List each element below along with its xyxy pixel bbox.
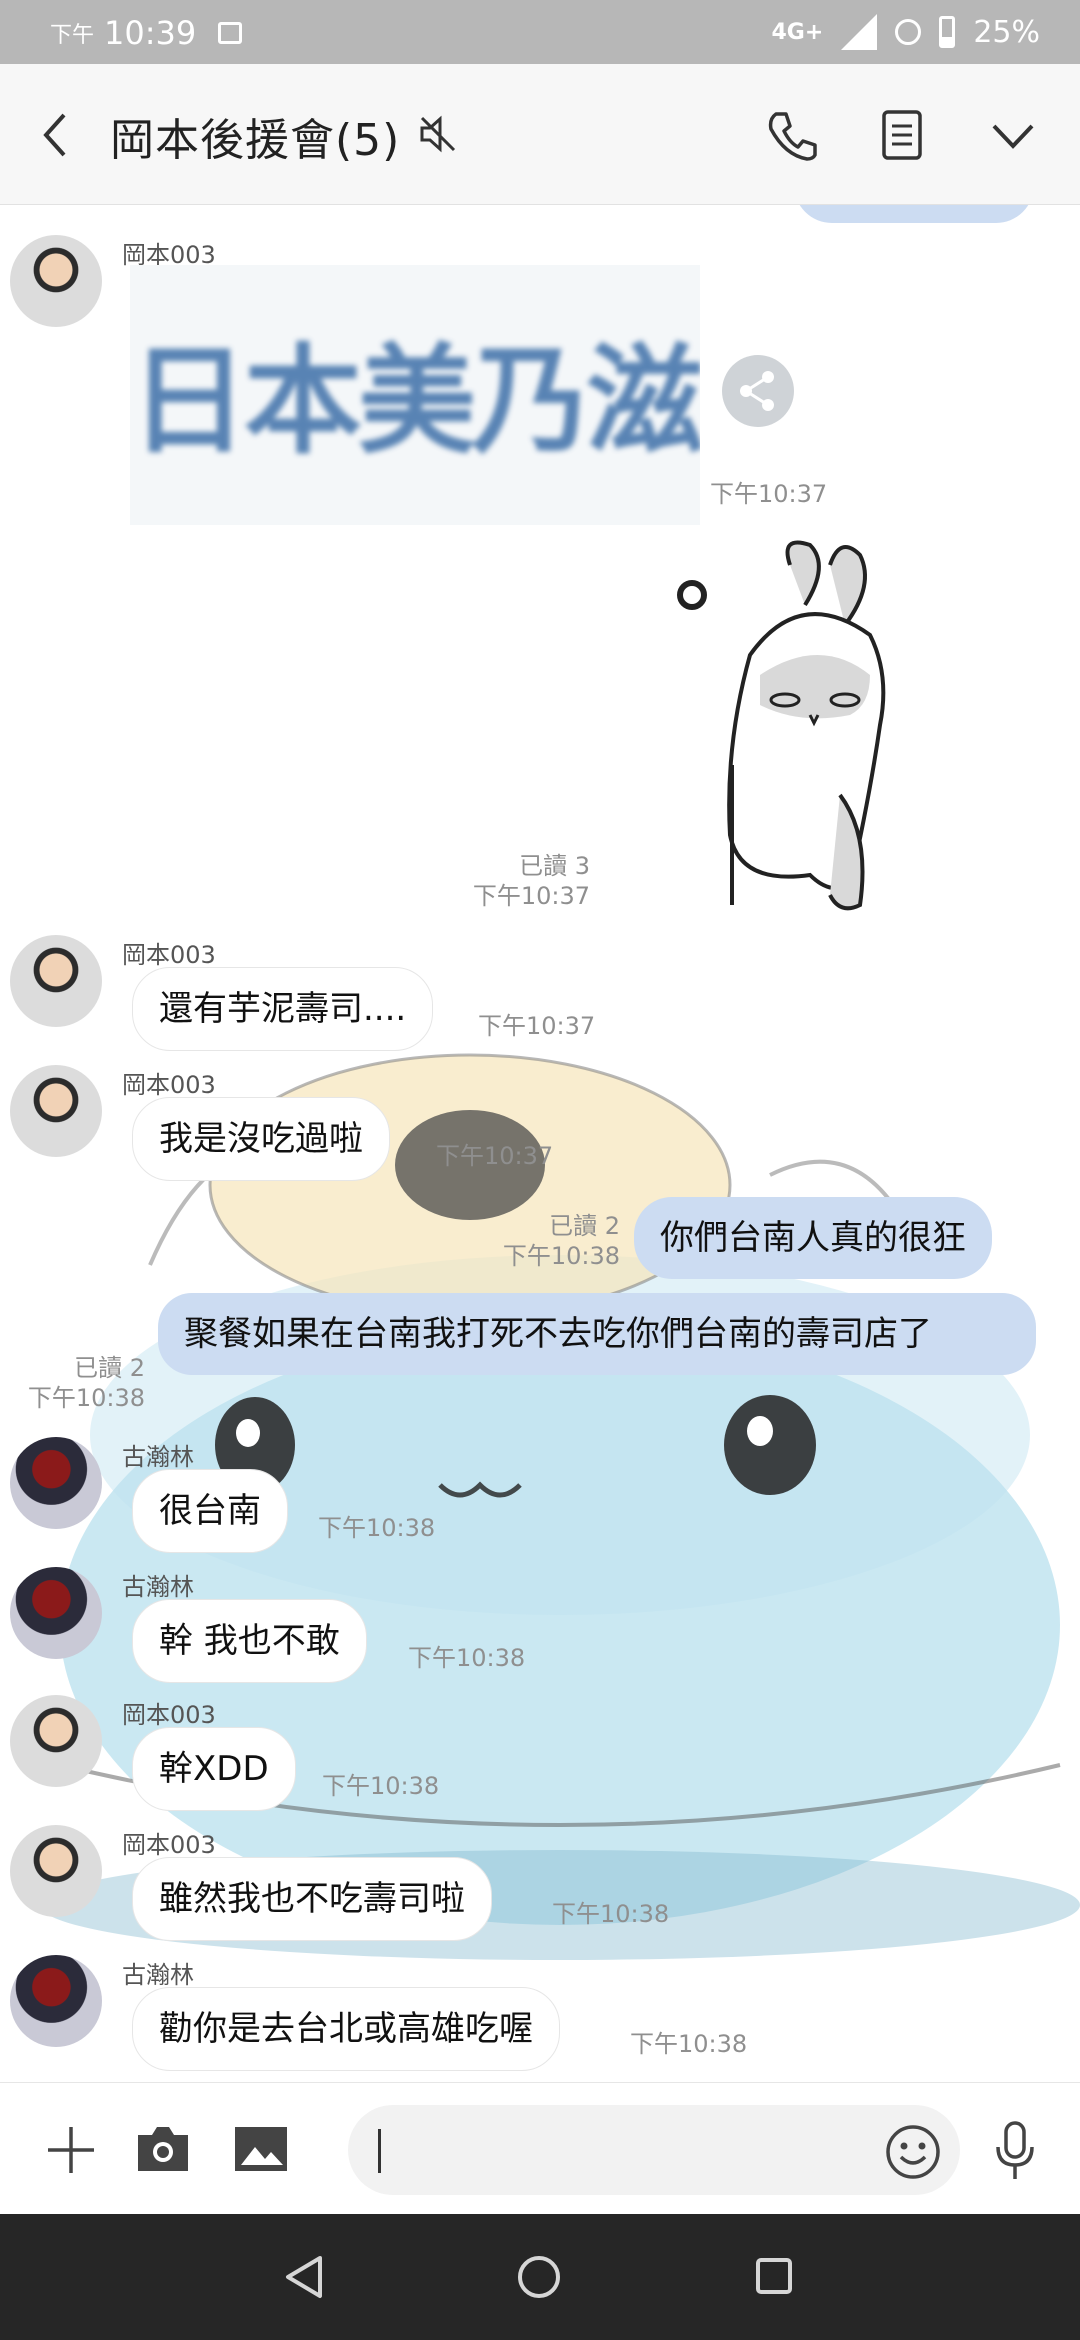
sender-name: 古瀚林	[122, 1573, 194, 1601]
chevron-down-icon[interactable]	[988, 116, 1038, 156]
mute-icon	[420, 115, 456, 153]
signal-icon	[841, 14, 878, 50]
message-time: 下午10:37	[472, 882, 590, 910]
back-arrow-icon[interactable]	[36, 110, 76, 160]
status-bar: 下午 10:39 4G+ 25%	[0, 0, 1080, 64]
message-time: 下午10:38	[318, 1514, 436, 1542]
alarm-icon	[895, 19, 922, 45]
message-time: 下午10:37	[710, 480, 828, 508]
notes-icon[interactable]	[878, 108, 926, 162]
battery-level: 25%	[973, 14, 1040, 50]
share-icon[interactable]	[722, 355, 794, 427]
message-bubble[interactable]: 我是沒吃過啦	[132, 1097, 390, 1181]
nav-recent-apps-icon[interactable]	[754, 2256, 794, 2296]
sender-name: 岡本003	[122, 1701, 216, 1729]
status-ampm: 下午	[50, 23, 95, 48]
rabbit-sticker[interactable]	[660, 535, 920, 915]
emoji-icon[interactable]	[884, 2123, 942, 2181]
message-input[interactable]	[348, 2105, 960, 2195]
sender-name: 岡本003	[122, 1831, 216, 1859]
status-time: 10:39	[104, 14, 197, 52]
avatar[interactable]	[10, 1825, 102, 1917]
image-message[interactable]: 日本美乃滋	[130, 265, 700, 525]
chat-area[interactable]: 岡本003 日本美乃滋 下午10:37 已讀 3 下午10:37 岡本003 還…	[0, 205, 1080, 2081]
sender-name: 古瀚林	[122, 1961, 194, 1989]
message-bubble[interactable]: 勸你是去台北或高雄吃喔	[132, 1987, 560, 2071]
system-nav-bar	[0, 2214, 1080, 2340]
avatar[interactable]	[10, 1065, 102, 1157]
message-time: 下午10:38	[27, 1384, 145, 1412]
message-time: 下午10:38	[502, 1242, 620, 1270]
message-bubble[interactable]: 還有芋泥壽司....	[132, 967, 434, 1051]
image-message-text: 日本美乃滋	[130, 332, 700, 470]
read-receipt: 已讀 2	[74, 1354, 145, 1382]
nav-home-icon[interactable]	[516, 2254, 562, 2300]
read-receipt: 已讀 2	[549, 1212, 620, 1240]
message-bubble[interactable]: 你們台南人真的很狂	[634, 1197, 992, 1279]
nav-back-icon[interactable]	[282, 2254, 326, 2300]
avatar[interactable]	[10, 1695, 102, 1787]
message-time: 下午10:38	[552, 1900, 670, 1928]
phone-call-icon[interactable]	[764, 108, 818, 162]
message-time: 下午10:37	[478, 1012, 596, 1040]
sender-name: 古瀚林	[122, 1443, 194, 1471]
battery-icon	[939, 16, 956, 48]
status-left: 下午 10:39	[50, 14, 243, 52]
camera-icon[interactable]	[134, 2123, 192, 2175]
message-time: 下午10:38	[408, 1644, 526, 1672]
gallery-icon[interactable]	[232, 2123, 290, 2175]
clipped-outgoing-bubble[interactable]	[794, 205, 1034, 223]
message-bubble[interactable]: 雖然我也不吃壽司啦	[132, 1857, 492, 1941]
message-input-bar	[0, 2082, 1080, 2215]
avatar[interactable]	[10, 1955, 102, 2047]
avatar[interactable]	[10, 935, 102, 1027]
plus-icon[interactable]	[44, 2123, 98, 2177]
message-time: 下午10:37	[436, 1142, 554, 1170]
message-bubble[interactable]: 很台南	[132, 1469, 288, 1553]
status-right: 4G+ 25%	[771, 14, 1040, 50]
message-bubble[interactable]: 幹 我也不敢	[132, 1599, 367, 1683]
chat-header: 岡本後援會(5)	[0, 64, 1080, 205]
message-time: 下午10:38	[322, 1772, 440, 1800]
network-type: 4G+	[771, 19, 824, 45]
chat-title[interactable]: 岡本後援會(5)	[110, 104, 400, 168]
message-time: 下午10:38	[630, 2030, 748, 2058]
avatar[interactable]	[10, 1437, 102, 1529]
message-bubble[interactable]: 聚餐如果在台南我打死不去吃你們台南的壽司店了	[158, 1293, 1036, 1375]
avatar[interactable]	[10, 235, 102, 327]
text-cursor	[378, 2129, 381, 2173]
avatar[interactable]	[10, 1567, 102, 1659]
read-receipt: 已讀 3	[519, 852, 590, 880]
message-bubble[interactable]: 幹XDD	[132, 1727, 296, 1811]
sender-name: 岡本003	[122, 941, 216, 969]
image-notification-icon	[218, 22, 243, 44]
sender-name: 岡本003	[122, 1071, 216, 1099]
microphone-icon[interactable]	[990, 2119, 1040, 2183]
